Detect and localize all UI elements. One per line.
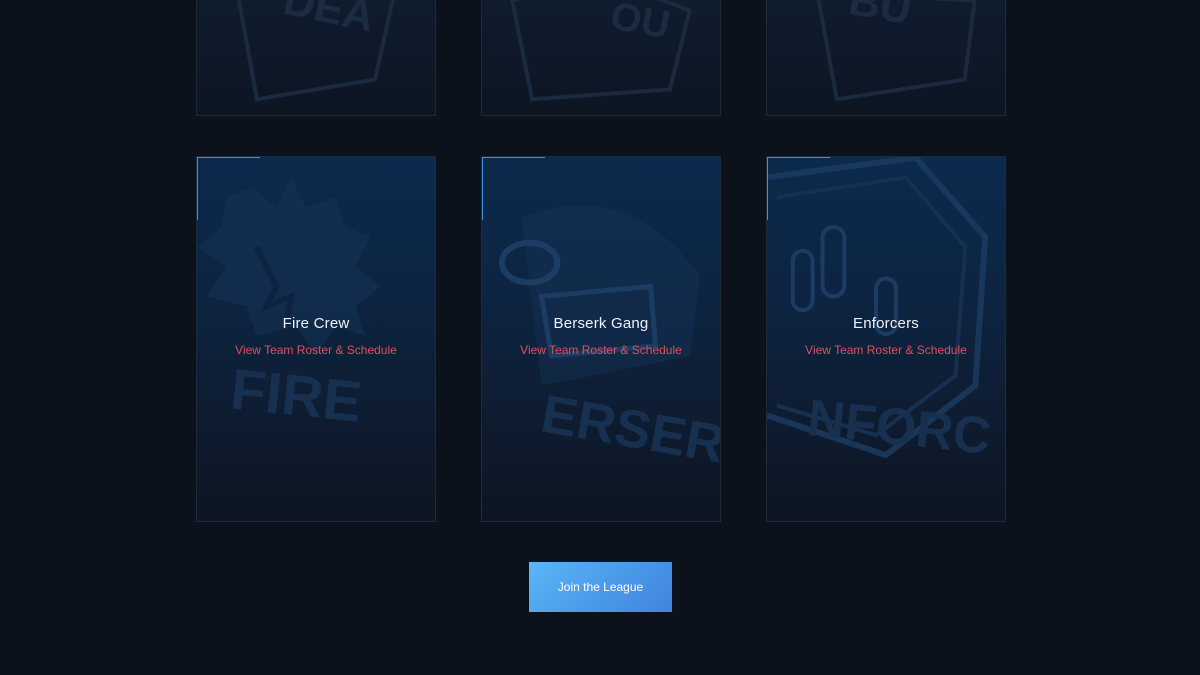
svg-text:ERSER: ERSER	[537, 385, 720, 475]
card-accent-corner	[197, 157, 260, 158]
team-name: Enforcers	[853, 315, 919, 332]
team-crest-watermark: OU	[510, 0, 692, 102]
svg-text:OU: OU	[607, 0, 673, 47]
team-name: Berserk Gang	[553, 315, 649, 332]
join-league-button[interactable]: Join the League	[529, 562, 672, 612]
team-card-berserk-gang[interactable]: ERSER Berserk Gang View Team Roster & Sc…	[481, 156, 721, 522]
team-crest-watermark: BU	[816, 0, 977, 102]
view-roster-link[interactable]: View Team Roster & Schedule	[767, 343, 1005, 357]
card-accent-corner	[482, 157, 545, 158]
team-card-top-1[interactable]: DEA	[196, 0, 436, 116]
enforcers-shield-crest-icon: NFORC	[767, 157, 993, 465]
team-card-fire-crew[interactable]: FIRE Fire Crew View Team Roster & Schedu…	[196, 156, 436, 522]
svg-text:BU: BU	[845, 0, 915, 34]
svg-text:NFORC: NFORC	[805, 388, 993, 465]
team-card-enforcers[interactable]: NFORC Enforcers View Team Roster & Sched…	[766, 156, 1006, 522]
team-name: Fire Crew	[282, 315, 350, 332]
card-accent-corner	[767, 157, 830, 158]
team-grid-page: DEA OU BU FIRE Fire Crew View Team Roste…	[0, 0, 1200, 675]
card-accent-corner	[482, 157, 483, 220]
card-accent-corner	[767, 157, 768, 220]
fire-crew-wolf-crest-icon: FIRE	[197, 177, 381, 435]
card-accent-corner	[197, 157, 198, 220]
team-card-top-2[interactable]: OU	[481, 0, 721, 116]
svg-text:DEA: DEA	[279, 0, 378, 42]
team-crest-watermark: DEA	[236, 0, 395, 102]
team-card-top-3[interactable]: BU	[766, 0, 1006, 116]
view-roster-link[interactable]: View Team Roster & Schedule	[482, 343, 720, 357]
svg-text:FIRE: FIRE	[228, 357, 365, 434]
view-roster-link[interactable]: View Team Roster & Schedule	[197, 343, 435, 357]
berserk-gang-crest-icon: ERSER	[498, 205, 720, 475]
